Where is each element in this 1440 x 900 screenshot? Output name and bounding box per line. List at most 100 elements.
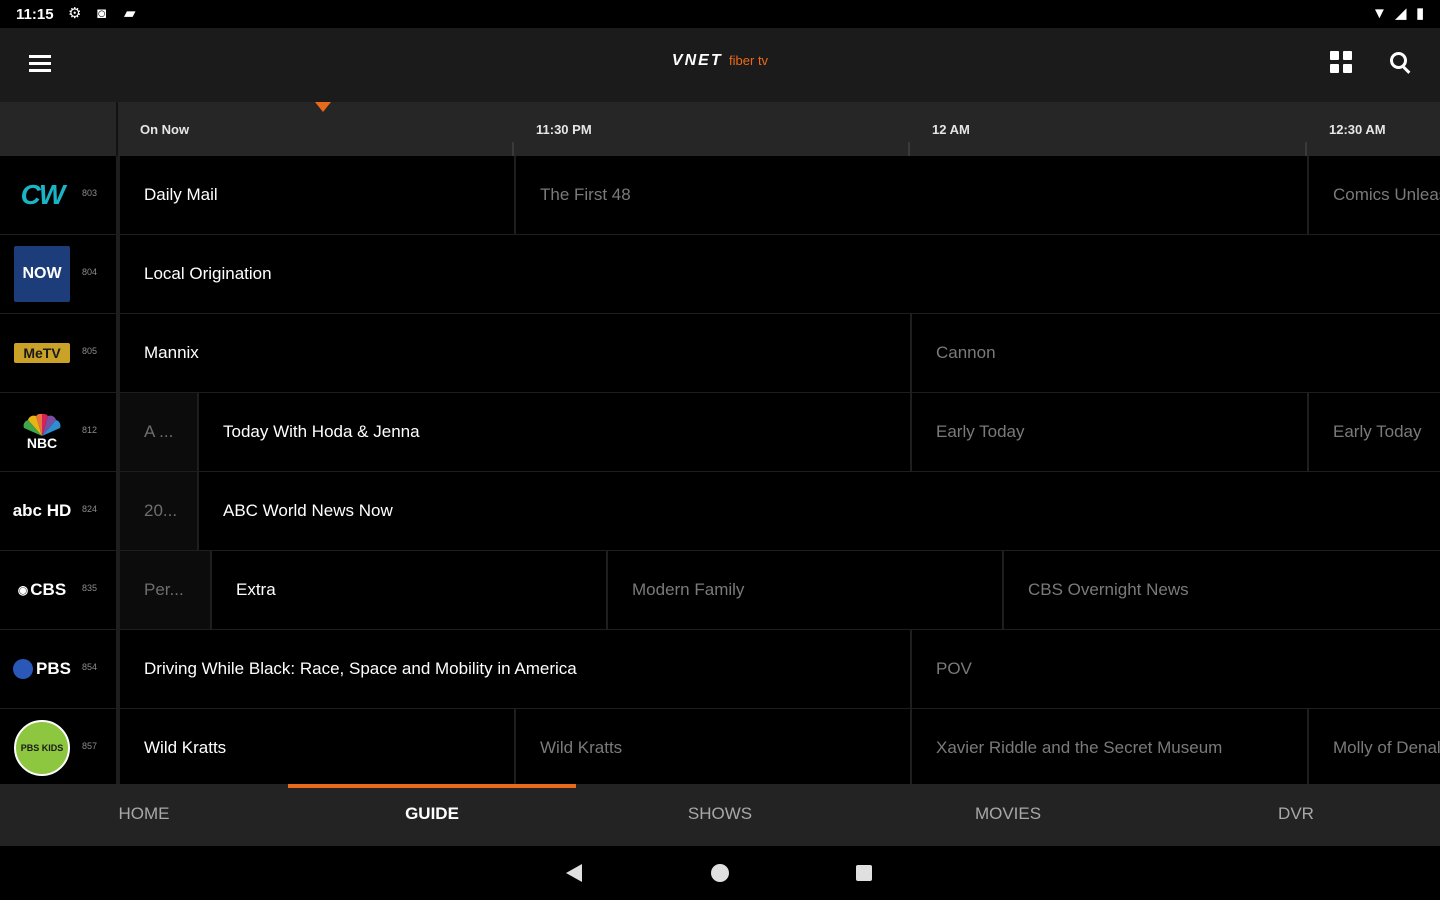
program-title: 20... (144, 501, 178, 520)
time-slot-label: 11:30 PM (536, 122, 592, 137)
pbs-head-icon (13, 659, 34, 679)
program-cell[interactable]: Daily Mail (118, 156, 514, 234)
logo-main: VNET (671, 52, 723, 69)
program-cell[interactable]: Per... (118, 551, 211, 629)
channel-logo-text: PBS (36, 659, 71, 678)
battery-icon: ▮ (1416, 5, 1425, 22)
channel-cell[interactable]: abc HD 824 (0, 472, 118, 550)
channel-number: 824 (82, 504, 98, 514)
channel-logo-abc: abc HD (12, 491, 72, 531)
recents-icon[interactable] (856, 865, 872, 881)
menu-button[interactable] (26, 50, 56, 80)
guide-grid: CW 803 Daily Mail The First 48 Comics Un… (0, 156, 1440, 784)
channel-number: 804 (82, 267, 98, 277)
system-nav-bar (0, 846, 1440, 900)
program-title: CBS Overnight News (1028, 580, 1189, 599)
program-title: A ... (144, 422, 174, 441)
channel-row: MeTV 805 Mannix Cannon (0, 314, 1440, 394)
channel-logo-pbs-kids: PBS KIDS (14, 720, 70, 776)
time-slot: On Now (118, 102, 514, 156)
program-cell[interactable]: Extra (210, 551, 607, 629)
time-header-corner (0, 102, 118, 156)
wifi-icon: ▼ (1372, 5, 1387, 22)
program-cell[interactable]: The First 48 (514, 156, 1308, 234)
channel-row: CW 803 Daily Mail The First 48 Comics Un… (0, 156, 1440, 236)
program-title: Mannix (144, 343, 199, 362)
channel-number: 805 (82, 346, 98, 356)
tab-guide[interactable]: GUIDE (288, 784, 576, 846)
program-cell[interactable]: Cannon (910, 314, 1440, 392)
channel-row: abc HD 824 20... ABC World News Now (0, 472, 1440, 552)
channel-row: NOW 804 Local Origination (0, 235, 1440, 315)
channel-logo-text: CBS (30, 580, 67, 599)
time-slot: 12 AM (910, 102, 1306, 156)
program-title: Cannon (936, 343, 996, 362)
search-button[interactable] (1388, 50, 1414, 76)
tab-dvr[interactable]: DVR (1152, 784, 1440, 846)
program-title: Per... (144, 580, 184, 599)
program-cell[interactable]: Early Today (910, 393, 1307, 471)
program-title: POV (936, 659, 972, 678)
status-time: 11:15 (16, 6, 54, 23)
back-icon[interactable] (566, 864, 582, 882)
gear-icon: ⚙ (68, 5, 82, 22)
program-cell[interactable]: Local Origination (118, 235, 1440, 313)
channel-logo-text: NOW (22, 265, 62, 282)
menu-icon-line (29, 62, 51, 65)
logo-sub: fiber tv (729, 53, 769, 68)
program-cell[interactable]: POV (910, 630, 1440, 708)
program-cell[interactable]: 20... (118, 472, 198, 550)
channel-logo-text: CW (20, 179, 66, 210)
signal-icon: ◢ (1395, 5, 1407, 22)
cbs-eye-icon: ◉ (17, 583, 29, 597)
program-title: Wild Kratts (144, 738, 227, 757)
channel-cell[interactable]: CW 803 (0, 156, 118, 234)
channel-cell[interactable]: PBS 854 (0, 630, 118, 708)
tab-label: SHOWS (687, 804, 753, 823)
channel-logo-text: NBC (26, 435, 58, 451)
program-title: Comics Unleashed (1333, 185, 1440, 204)
app-bar: VNET fiber tv (0, 28, 1440, 102)
program-cell[interactable]: CBS Overnight News (1002, 551, 1440, 629)
channel-row: PBS 854 Driving While Black: Race, Space… (0, 630, 1440, 710)
tab-label: MOVIES (974, 804, 1042, 823)
program-cell[interactable]: Comics Unleashed (1307, 156, 1440, 234)
time-header: On Now 11:30 PM 12 AM 12:30 AM (0, 102, 1440, 156)
program-title: Early Today (936, 422, 1025, 441)
program-title: Xavier Riddle and the Secret Museum (936, 738, 1223, 757)
tab-movies[interactable]: MOVIES (864, 784, 1152, 846)
channel-cell[interactable]: MeTV 805 (0, 314, 118, 392)
time-slot: 11:30 PM (514, 102, 910, 156)
tab-label: DVR (1278, 804, 1314, 823)
program-cell[interactable]: Modern Family (606, 551, 1003, 629)
channel-number: 854 (82, 662, 98, 672)
tab-label: GUIDE (405, 804, 459, 823)
program-cell[interactable]: ABC World News Now (197, 472, 1440, 550)
program-cell[interactable]: Today With Hoda & Jenna (197, 393, 910, 471)
home-icon[interactable] (711, 864, 729, 882)
program-cell[interactable]: Early Today (1307, 393, 1440, 471)
channel-logo-pbs: PBS (12, 649, 72, 689)
program-cell[interactable]: Mannix (118, 314, 910, 392)
program-cell[interactable]: Driving While Black: Race, Space and Mob… (118, 630, 910, 708)
sd-card-icon: ▰ (124, 5, 136, 22)
program-cell[interactable]: Molly of Denali (1307, 709, 1440, 784)
program-cell[interactable]: Wild Kratts (118, 709, 514, 784)
channel-cell[interactable]: NBC 812 (0, 393, 118, 471)
tab-shows[interactable]: SHOWS (576, 784, 864, 846)
tab-home[interactable]: HOME (0, 784, 288, 846)
grid-view-button[interactable] (1330, 51, 1354, 75)
channel-cell[interactable]: ◉ CBS 835 (0, 551, 118, 629)
program-cell[interactable]: Wild Kratts (514, 709, 910, 784)
program-title: Local Origination (144, 264, 272, 283)
channel-cell[interactable]: NOW 804 (0, 235, 118, 313)
channel-cell[interactable]: PBS KIDS 857 (0, 709, 118, 784)
channel-row: PBS KIDS 857 Wild Kratts Wild Kratts Xav… (0, 709, 1440, 784)
peacock-icon (23, 414, 61, 436)
channel-logo-metv: MeTV (14, 343, 70, 363)
time-slot-label: On Now (140, 122, 190, 137)
program-cell[interactable]: Xavier Riddle and the Secret Museum (910, 709, 1307, 784)
bottom-tabs: HOME GUIDE SHOWS MOVIES DVR (0, 784, 1440, 846)
program-cell[interactable]: A ... (118, 393, 198, 471)
channel-logo-now: NOW (14, 246, 70, 302)
